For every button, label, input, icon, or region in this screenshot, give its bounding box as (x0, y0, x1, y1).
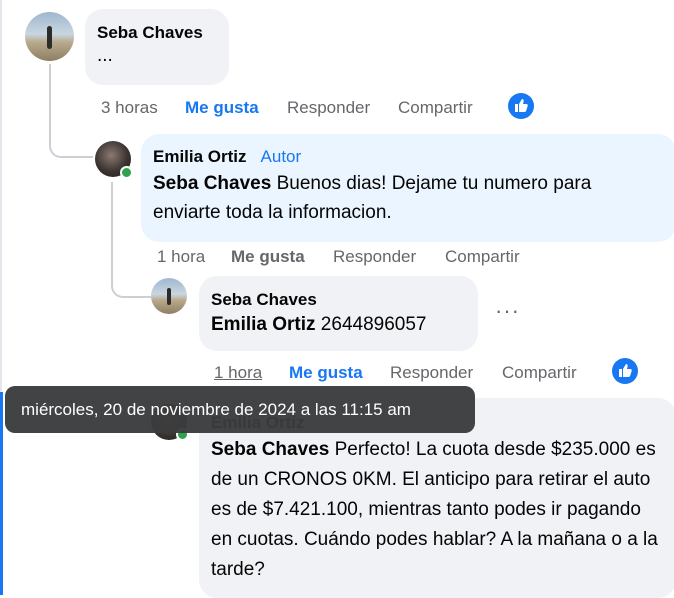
thumbs-up-icon[interactable] (508, 93, 534, 119)
comment-text: ... (97, 45, 113, 66)
avatar[interactable] (25, 12, 74, 61)
comment-author[interactable]: Seba Chaves (211, 290, 466, 310)
mention-link[interactable]: Emilia Ortiz (211, 314, 316, 335)
comment-bubble: Seba Chaves Emilia Ortiz 2644896057 (199, 276, 478, 351)
like-button[interactable]: Me gusta (289, 363, 363, 383)
left-edge-highlight (0, 392, 3, 595)
comment-author[interactable]: Seba Chaves (97, 23, 217, 43)
author-badge: Autor (260, 147, 302, 166)
comment-time[interactable]: 1 hora (157, 247, 205, 267)
thread-curve (111, 272, 151, 298)
comment-bubble: Seba Chaves ... (85, 9, 229, 85)
comment-text: Seba Chaves Perfecto! La cuota desde $23… (211, 435, 664, 585)
thread-curve (49, 130, 93, 158)
thread-line (111, 182, 113, 282)
online-indicator (120, 166, 133, 179)
timestamp-tooltip: miércoles, 20 de noviembre de 2024 a las… (5, 386, 475, 433)
avatar[interactable] (151, 278, 187, 314)
comment-text: Emilia Ortiz 2644896057 (211, 310, 466, 339)
comment-author[interactable]: Emilia Ortiz (153, 147, 247, 166)
share-button[interactable]: Compartir (502, 363, 577, 383)
share-button[interactable]: Compartir (398, 98, 473, 118)
like-button[interactable]: Me gusta (231, 247, 305, 267)
comment-text: Seba Chaves Buenos dias! Dejame tu numer… (153, 169, 664, 227)
share-button[interactable]: Compartir (445, 247, 520, 267)
reply-button[interactable]: Responder (390, 363, 473, 383)
comment-time[interactable]: 1 hora (214, 363, 262, 383)
reply-button[interactable]: Responder (287, 98, 370, 118)
comment-time[interactable]: 3 horas (101, 98, 158, 118)
mention-link[interactable]: Seba Chaves (211, 439, 329, 460)
reply-button[interactable]: Responder (333, 247, 416, 267)
more-options-icon[interactable]: ··· (495, 298, 520, 324)
like-button[interactable]: Me gusta (185, 98, 259, 118)
comment-body: Perfecto! La cuota desde $235.000 es de … (211, 439, 658, 580)
mention-link[interactable]: Seba Chaves (153, 173, 271, 194)
comment-body: 2644896057 (315, 314, 427, 335)
comment-bubble: Emilia Ortiz Autor Seba Chaves Buenos dia… (141, 134, 674, 242)
thumbs-up-icon[interactable] (612, 358, 638, 384)
